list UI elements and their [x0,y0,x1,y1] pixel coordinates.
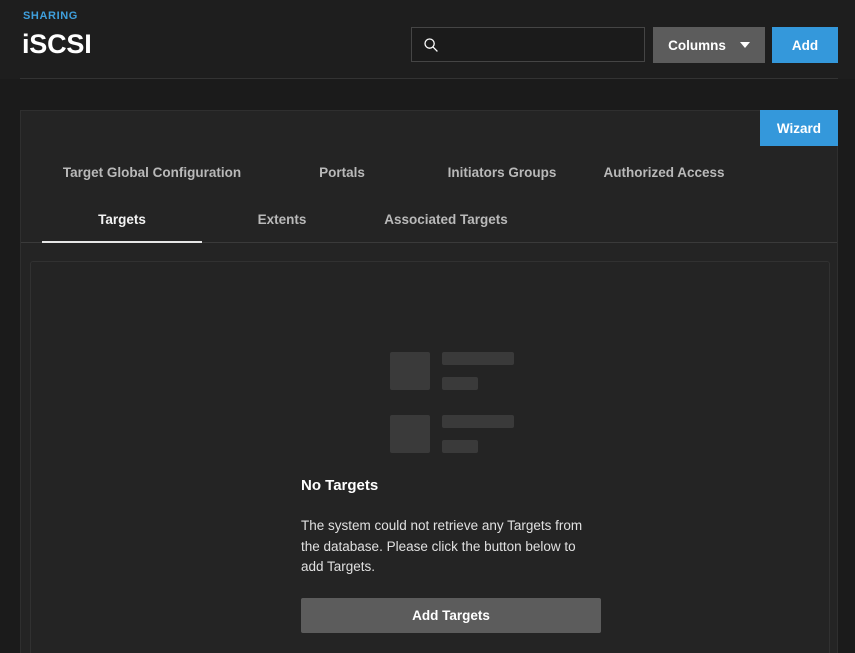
add-button[interactable]: Add [772,27,838,63]
page-header: SHARING iSCSI Columns Add [0,0,855,79]
skeleton-row [390,352,525,390]
iscsi-card: Wizard Target Global Configuration Porta… [20,110,838,653]
skeleton-placeholder [390,352,525,478]
breadcrumb[interactable]: SHARING [23,10,78,22]
search-field[interactable] [411,27,645,62]
tab-extents[interactable]: Extents [222,196,342,243]
tab-row-secondary: Targets Extents Associated Targets [21,196,837,243]
empty-state-title: No Targets [301,477,379,494]
tab-authorized-access[interactable]: Authorized Access [583,149,745,196]
tab-portals[interactable]: Portals [283,149,401,196]
page-title: iSCSI [22,29,92,59]
empty-state: No Targets The system could not retrieve… [301,477,601,578]
wizard-button[interactable]: Wizard [760,110,838,146]
skeleton-bar-long [442,352,514,365]
skeleton-row [390,415,525,453]
skeleton-square [390,352,430,390]
tab-associated-targets[interactable]: Associated Targets [362,196,530,243]
tab-targets[interactable]: Targets [42,196,202,243]
page-root: SHARING iSCSI Columns Add Wizard Target … [0,0,855,653]
targets-panel: No Targets The system could not retrieve… [30,261,830,653]
add-targets-button[interactable]: Add Targets [301,598,601,633]
skeleton-square [390,415,430,453]
empty-state-description: The system could not retrieve any Target… [301,518,583,574]
tab-initiators-groups[interactable]: Initiators Groups [421,149,583,196]
skeleton-bar-short [442,440,478,453]
search-input[interactable] [439,28,644,61]
skeleton-bar-long [442,415,514,428]
tab-target-global-configuration[interactable]: Target Global Configuration [43,149,261,196]
chevron-down-icon [739,42,750,48]
search-icon [424,37,438,52]
columns-dropdown-button[interactable]: Columns [653,27,765,63]
header-divider [20,78,838,79]
columns-button-label: Columns [668,37,726,53]
tab-row-primary: Target Global Configuration Portals Init… [21,149,837,196]
skeleton-bar-short [442,377,478,390]
